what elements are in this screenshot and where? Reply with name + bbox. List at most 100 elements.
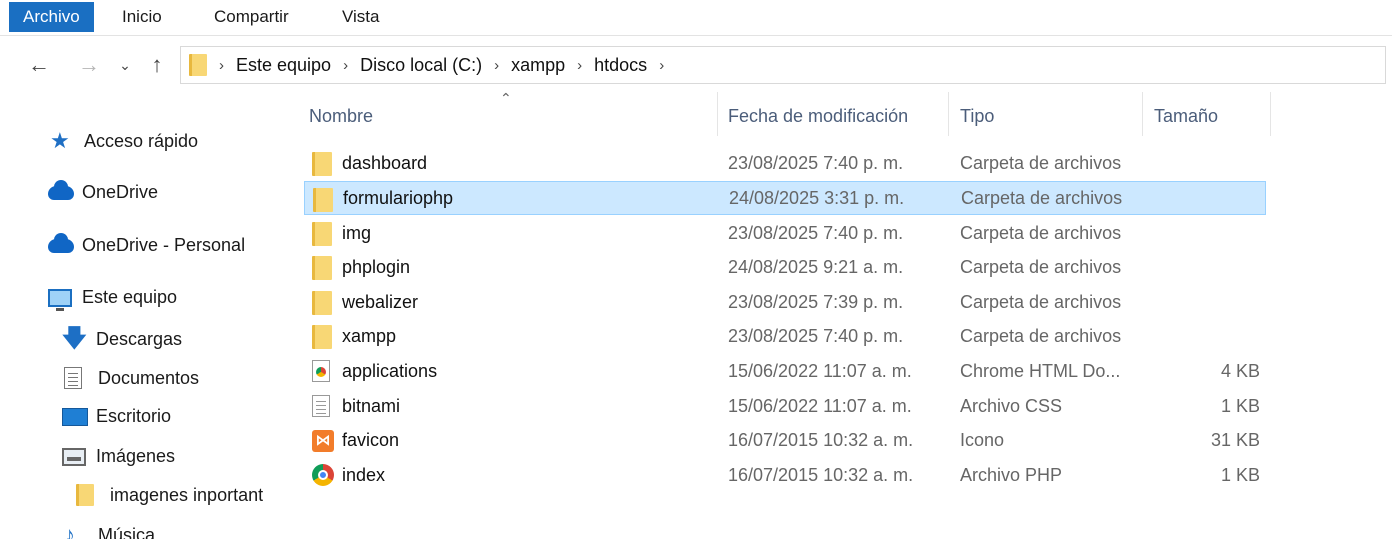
file-type: Archivo PHP	[960, 464, 1063, 485]
tab-inicio[interactable]: Inicio	[122, 0, 162, 34]
folder-icon	[313, 188, 333, 217]
file-date: 24/08/2025 3:31 p. m.	[729, 187, 905, 208]
table-row[interactable]: webalizer 23/08/2025 7:39 p. m. Carpeta …	[304, 285, 1266, 319]
file-size: 4 KB	[1220, 360, 1260, 381]
column-header-size[interactable]: Tamaño	[1154, 106, 1218, 127]
sidebar-item-label: Imágenes	[96, 446, 176, 466]
back-button[interactable]: ←	[24, 50, 54, 80]
file-date: 23/08/2025 7:40 p. m.	[728, 222, 904, 243]
file-type: Carpeta de archivos	[960, 152, 1122, 173]
images-icon	[62, 447, 90, 466]
chevron-down-icon: ⌄	[119, 56, 131, 73]
file-size: 31 KB	[1210, 429, 1260, 450]
table-row[interactable]: phplogin 24/08/2025 9:21 a. m. Carpeta d…	[304, 250, 1266, 284]
address-bar[interactable]: › Este equipo › Disco local (C:) › xampp…	[180, 46, 1386, 84]
desktop-icon	[62, 407, 90, 426]
file-type: Carpeta de archivos	[961, 187, 1123, 208]
up-button[interactable]: ↑	[142, 50, 172, 80]
breadcrumb-item[interactable]: xampp	[511, 55, 565, 76]
file-type: Carpeta de archivos	[960, 222, 1122, 243]
document-icon	[64, 367, 92, 389]
sidebar-item-acceso-rapido[interactable]: ★ Acceso rápido	[50, 130, 198, 152]
file-name: index	[342, 464, 386, 485]
chevron-right-icon[interactable]: ›	[659, 57, 664, 74]
table-row[interactable]: xampp 23/08/2025 7:40 p. m. Carpeta de a…	[304, 319, 1266, 353]
file-size: 1 KB	[1220, 395, 1260, 416]
file-type: Archivo CSS	[960, 395, 1063, 416]
tab-vista[interactable]: Vista	[342, 0, 380, 34]
folder-icon	[312, 325, 332, 354]
file-size: 1 KB	[1220, 464, 1260, 485]
chevron-right-icon[interactable]: ›	[343, 57, 348, 74]
file-name: formulariophp	[343, 187, 454, 208]
table-row[interactable]: dashboard 23/08/2025 7:40 p. m. Carpeta …	[304, 146, 1266, 180]
column-header-date[interactable]: Fecha de modificación	[728, 106, 908, 127]
ribbon: Archivo Inicio Compartir Vista	[0, 0, 1392, 36]
sidebar-item-label: Descargas	[96, 328, 183, 349]
file-date: 15/06/2022 11:07 a. m.	[728, 360, 912, 381]
arrow-left-icon: ←	[28, 52, 50, 77]
folder-icon	[312, 291, 332, 320]
sidebar-item-label: Música	[98, 524, 156, 539]
sidebar-item-label: Escritorio	[96, 406, 172, 426]
cloud-icon	[48, 179, 76, 200]
column-divider[interactable]	[1270, 92, 1271, 136]
file-date: 15/06/2022 11:07 a. m.	[728, 395, 912, 416]
tab-archivo[interactable]: Archivo	[9, 2, 94, 32]
breadcrumb-item[interactable]: Este equipo	[236, 55, 331, 76]
table-row-selected[interactable]: formulariophp 24/08/2025 3:31 p. m. Carp…	[304, 181, 1266, 215]
breadcrumb-item[interactable]: Disco local (C:)	[360, 55, 482, 76]
table-row[interactable]: index 16/07/2015 10:32 a. m. Archivo PHP…	[304, 458, 1266, 492]
computer-icon	[48, 288, 76, 311]
sidebar-item-imagenes[interactable]: Imágenes	[62, 446, 175, 467]
folder-icon	[189, 54, 207, 76]
sidebar-item-imagenes-inportant[interactable]: imagenes inportant	[76, 484, 263, 506]
navigation-bar: ← → ⌄ ↑ › Este equipo › Disco local (C:)…	[0, 40, 1392, 90]
breadcrumb-item[interactable]: htdocs	[594, 55, 647, 76]
sidebar-item-onedrive-personal[interactable]: OneDrive - Personal	[48, 232, 246, 256]
music-icon: ♪	[64, 522, 75, 539]
file-type: Carpeta de archivos	[960, 325, 1122, 346]
column-divider[interactable]	[1142, 92, 1143, 136]
folder-icon	[312, 222, 332, 251]
column-header-name[interactable]: Nombre	[309, 106, 373, 127]
cloud-icon	[48, 232, 76, 253]
file-name: xampp	[342, 325, 397, 346]
table-row[interactable]: img 23/08/2025 7:40 p. m. Carpeta de arc…	[304, 216, 1266, 250]
forward-button[interactable]: →	[74, 50, 104, 80]
folder-icon	[312, 152, 332, 181]
file-name: img	[342, 222, 372, 243]
download-icon: 🡇	[62, 325, 87, 352]
chevron-right-icon[interactable]: ›	[577, 57, 582, 74]
table-row[interactable]: bitnami 15/06/2022 11:07 a. m. Archivo C…	[304, 389, 1266, 423]
sidebar-item-label: Documentos	[98, 367, 200, 388]
column-divider[interactable]	[948, 92, 949, 136]
table-row[interactable]: ⋈ favicon 16/07/2015 10:32 a. m. Icono 3…	[304, 423, 1266, 457]
sidebar-item-label: imagenes inportant	[110, 484, 264, 505]
arrow-up-icon: ↑	[151, 52, 163, 77]
sort-ascending-icon: ⌃	[500, 90, 512, 106]
sidebar-item-onedrive[interactable]: OneDrive	[48, 179, 158, 203]
table-row[interactable]: applications 15/06/2022 11:07 a. m. Chro…	[304, 354, 1266, 388]
sidebar-item-escritorio[interactable]: Escritorio	[62, 406, 171, 427]
sidebar-item-musica[interactable]: ♪ Música	[64, 524, 155, 539]
file-date: 23/08/2025 7:39 p. m.	[728, 291, 904, 312]
css-file-icon	[312, 395, 330, 422]
file-date: 16/07/2015 10:32 a. m.	[728, 464, 914, 485]
file-type: Carpeta de archivos	[960, 291, 1122, 312]
sidebar-item-descargas[interactable]: 🡇 Descargas	[62, 327, 182, 351]
sidebar-item-label: OneDrive - Personal	[82, 235, 246, 255]
column-header-type[interactable]: Tipo	[960, 106, 994, 127]
sidebar-item-documentos[interactable]: Documentos	[64, 367, 199, 389]
recent-locations-button[interactable]: ⌄	[110, 50, 140, 80]
sidebar-item-este-equipo[interactable]: Este equipo	[48, 287, 177, 311]
tab-compartir[interactable]: Compartir	[214, 0, 289, 34]
chrome-icon	[312, 464, 334, 491]
arrow-right-icon: →	[78, 52, 100, 77]
chevron-right-icon[interactable]: ›	[494, 57, 499, 74]
file-date: 23/08/2025 7:40 p. m.	[728, 152, 904, 173]
column-divider[interactable]	[717, 92, 718, 136]
file-type: Carpeta de archivos	[960, 256, 1122, 277]
folder-icon	[312, 256, 332, 285]
file-name: applications	[342, 360, 438, 381]
